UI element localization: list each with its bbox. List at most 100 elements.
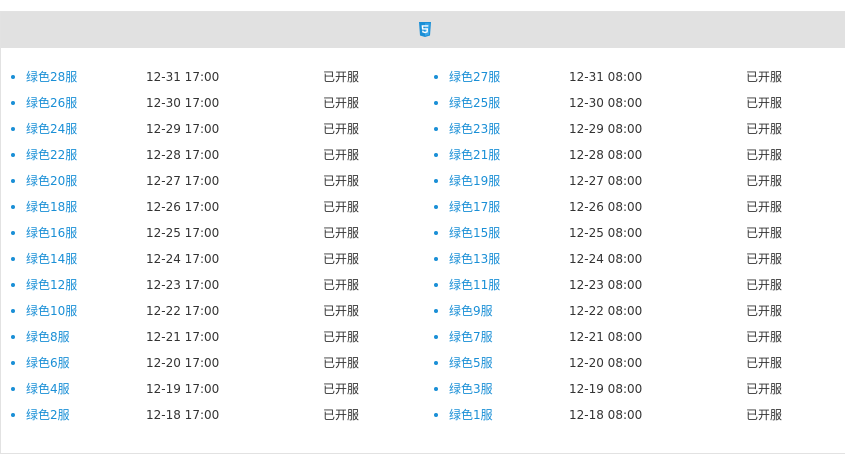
server-name-link[interactable]: 绿色6服 bbox=[26, 350, 70, 376]
open-time: 12-23 17:00 bbox=[146, 278, 220, 292]
list-item: 绿色2服 12-18 17:00 已开服 bbox=[1, 402, 401, 428]
list-item: 绿色8服 12-21 17:00 已开服 bbox=[1, 324, 401, 350]
server-name-link[interactable]: 绿色19服 bbox=[449, 168, 500, 194]
server-name-link[interactable]: 绿色21服 bbox=[449, 142, 500, 168]
status-text: 已开服 bbox=[746, 226, 783, 240]
bullet-icon bbox=[434, 361, 438, 365]
bullet-icon bbox=[434, 153, 438, 157]
server-name-link[interactable]: 绿色2服 bbox=[26, 402, 70, 428]
list-item: 绿色11服 12-23 08:00 已开服 bbox=[424, 272, 824, 298]
open-time: 12-31 17:00 bbox=[146, 70, 220, 84]
status-text: 已开服 bbox=[323, 356, 360, 370]
bullet-icon bbox=[11, 309, 15, 313]
status-text: 已开服 bbox=[323, 226, 360, 240]
bullet-icon bbox=[11, 179, 15, 183]
html5-icon bbox=[419, 22, 431, 37]
bullet-icon bbox=[434, 75, 438, 79]
status-text: 已开服 bbox=[746, 408, 783, 422]
bullet-icon bbox=[434, 387, 438, 391]
server-name-link[interactable]: 绿色13服 bbox=[449, 246, 500, 272]
bullet-icon bbox=[434, 413, 438, 417]
bullet-icon bbox=[11, 413, 15, 417]
status-text: 已开服 bbox=[323, 122, 360, 136]
server-name-link[interactable]: 绿色23服 bbox=[449, 116, 500, 142]
server-name-link[interactable]: 绿色10服 bbox=[26, 298, 77, 324]
status-text: 已开服 bbox=[323, 252, 360, 266]
server-name-link[interactable]: 绿色4服 bbox=[26, 376, 70, 402]
status-text: 已开服 bbox=[746, 70, 783, 84]
server-name-link[interactable]: 绿色12服 bbox=[26, 272, 77, 298]
bullet-icon bbox=[434, 335, 438, 339]
status-text: 已开服 bbox=[746, 304, 783, 318]
list-item: 绿色13服 12-24 08:00 已开服 bbox=[424, 246, 824, 272]
status-text: 已开服 bbox=[746, 382, 783, 396]
status-text: 已开服 bbox=[746, 278, 783, 292]
status-text: 已开服 bbox=[323, 96, 360, 110]
bullet-icon bbox=[434, 101, 438, 105]
status-text: 已开服 bbox=[323, 330, 360, 344]
open-time: 12-27 17:00 bbox=[146, 174, 220, 188]
server-name-link[interactable]: 绿色17服 bbox=[449, 194, 500, 220]
server-name-link[interactable]: 绿色8服 bbox=[26, 324, 70, 350]
bullet-icon bbox=[11, 283, 15, 287]
server-name-link[interactable]: 绿色25服 bbox=[449, 90, 500, 116]
list-item: 绿色20服 12-27 17:00 已开服 bbox=[1, 168, 401, 194]
status-text: 已开服 bbox=[746, 122, 783, 136]
list-item: 绿色18服 12-26 17:00 已开服 bbox=[1, 194, 401, 220]
bullet-icon bbox=[434, 179, 438, 183]
server-name-link[interactable]: 绿色22服 bbox=[26, 142, 77, 168]
bullet-icon bbox=[434, 127, 438, 131]
open-time: 12-19 17:00 bbox=[146, 382, 220, 396]
server-name-link[interactable]: 绿色11服 bbox=[449, 272, 500, 298]
server-name-link[interactable]: 绿色7服 bbox=[449, 324, 493, 350]
bullet-icon bbox=[11, 205, 15, 209]
open-time: 12-26 17:00 bbox=[146, 200, 220, 214]
server-name-link[interactable]: 绿色18服 bbox=[26, 194, 77, 220]
open-time: 12-22 17:00 bbox=[146, 304, 220, 318]
open-time: 12-27 08:00 bbox=[569, 174, 643, 188]
list-item: 绿色21服 12-28 08:00 已开服 bbox=[424, 142, 824, 168]
status-text: 已开服 bbox=[323, 200, 360, 214]
list-item: 绿色25服 12-30 08:00 已开服 bbox=[424, 90, 824, 116]
open-time: 12-30 17:00 bbox=[146, 96, 220, 110]
list-item: 绿色6服 12-20 17:00 已开服 bbox=[1, 350, 401, 376]
server-name-link[interactable]: 绿色26服 bbox=[26, 90, 77, 116]
server-list-left: 绿色28服 12-31 17:00 已开服 绿色26服 12-30 17:00 已开服 绿色… bbox=[1, 64, 401, 428]
status-text: 已开服 bbox=[323, 174, 360, 188]
server-name-link[interactable]: 绿色15服 bbox=[449, 220, 500, 246]
open-time: 12-29 08:00 bbox=[569, 122, 643, 136]
open-time: 12-20 08:00 bbox=[569, 356, 643, 370]
bullet-icon bbox=[11, 387, 15, 391]
server-name-link[interactable]: 绿色1服 bbox=[449, 402, 493, 428]
open-time: 12-28 08:00 bbox=[569, 148, 643, 162]
open-time: 12-18 17:00 bbox=[146, 408, 220, 422]
server-name-link[interactable]: 绿色24服 bbox=[26, 116, 77, 142]
server-name-link[interactable]: 绿色20服 bbox=[26, 168, 77, 194]
open-time: 12-30 08:00 bbox=[569, 96, 643, 110]
server-name-link[interactable]: 绿色28服 bbox=[26, 64, 77, 90]
bullet-icon bbox=[434, 309, 438, 313]
status-text: 已开服 bbox=[323, 278, 360, 292]
list-item: 绿色14服 12-24 17:00 已开服 bbox=[1, 246, 401, 272]
server-list-panel: 绿色28服 12-31 17:00 已开服 绿色26服 12-30 17:00 已开服 绿色… bbox=[0, 11, 845, 454]
status-text: 已开服 bbox=[746, 356, 783, 370]
server-name-link[interactable]: 绿色27服 bbox=[449, 64, 500, 90]
bullet-icon bbox=[434, 231, 438, 235]
list-item: 绿色7服 12-21 08:00 已开服 bbox=[424, 324, 824, 350]
server-name-link[interactable]: 绿色16服 bbox=[26, 220, 77, 246]
bullet-icon bbox=[11, 153, 15, 157]
server-name-link[interactable]: 绿色14服 bbox=[26, 246, 77, 272]
bullet-icon bbox=[11, 335, 15, 339]
list-item: 绿色5服 12-20 08:00 已开服 bbox=[424, 350, 824, 376]
list-item: 绿色16服 12-25 17:00 已开服 bbox=[1, 220, 401, 246]
server-name-link[interactable]: 绿色5服 bbox=[449, 350, 493, 376]
bullet-icon bbox=[434, 257, 438, 261]
open-time: 12-19 08:00 bbox=[569, 382, 643, 396]
server-name-link[interactable]: 绿色3服 bbox=[449, 376, 493, 402]
list-item: 绿色15服 12-25 08:00 已开服 bbox=[424, 220, 824, 246]
list-item: 绿色26服 12-30 17:00 已开服 bbox=[1, 90, 401, 116]
server-name-link[interactable]: 绿色9服 bbox=[449, 298, 493, 324]
list-item: 绿色22服 12-28 17:00 已开服 bbox=[1, 142, 401, 168]
open-time: 12-24 08:00 bbox=[569, 252, 643, 266]
status-text: 已开服 bbox=[323, 304, 360, 318]
